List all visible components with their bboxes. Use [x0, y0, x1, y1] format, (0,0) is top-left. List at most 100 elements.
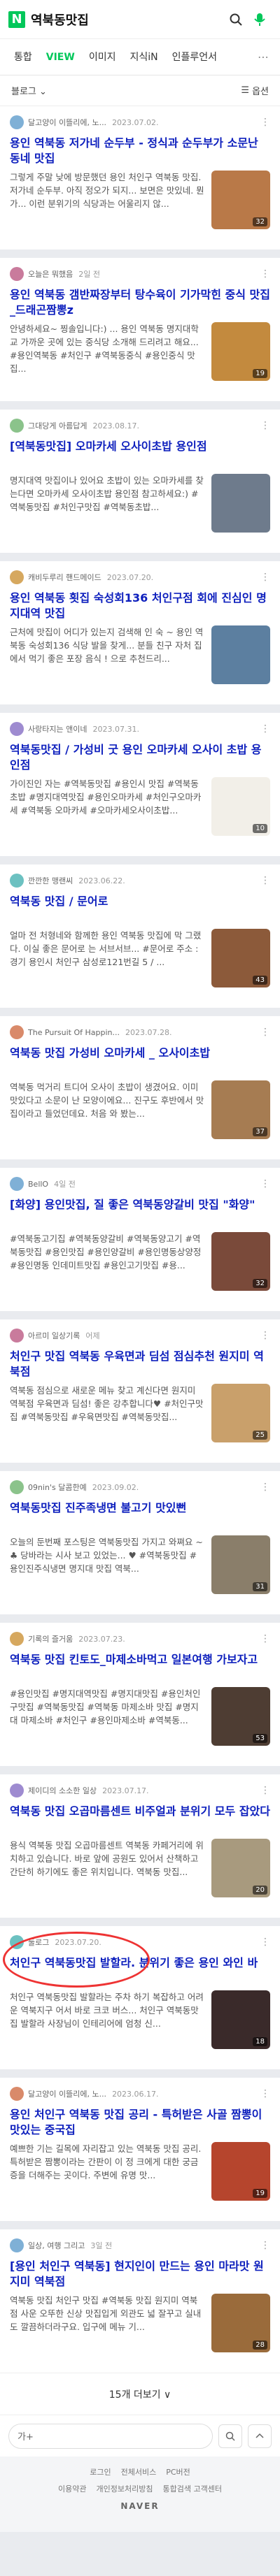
author-avatar[interactable]	[10, 1329, 24, 1343]
option-button[interactable]: ☰ 옵션	[241, 84, 269, 97]
post-snippet[interactable]: 그렇게 주말 낮에 방문했던 용인 처인구 역북동 맛집. 저가네 순두부. 아…	[10, 171, 204, 237]
footer-link[interactable]: 이용약관	[58, 2483, 86, 2494]
post-title[interactable]: 역북동 맛집 / 문어로	[10, 894, 270, 925]
footer-link[interactable]: 통합검색 고객센터	[162, 2483, 221, 2494]
post-more-icon[interactable]: ⋮	[260, 1633, 270, 1644]
author-avatar[interactable]	[10, 1480, 24, 1494]
footer-link[interactable]: 개인정보처리방침	[97, 2483, 153, 2494]
footer-link[interactable]: 전체서비스	[121, 2466, 157, 2477]
tab-image[interactable]: 이미지	[82, 39, 123, 75]
post-title[interactable]: 역북동 맛집 오곱마름센트 비주얼과 분위기 모두 잡았다	[10, 1804, 270, 1835]
post-card[interactable]: 사랑타지는 앤이네 2023.07.31. ⋮ 역북동맛집 / 가성비 굿 용인…	[0, 713, 280, 856]
microphone-icon[interactable]	[248, 8, 272, 31]
post-title[interactable]: 역북동 맛집 킨토도_마제소바먹고 일본여행 가보자고	[10, 1652, 270, 1683]
post-snippet[interactable]: 처인구 역북동맛집 발할라는 주차 하기 복잡하고 어려운 역북지구 어서 바로…	[10, 1990, 204, 2057]
author-avatar[interactable]	[10, 2238, 24, 2252]
post-author[interactable]: 제이디의 소소한 일상	[28, 1785, 97, 1796]
post-more-icon[interactable]: ⋮	[260, 1785, 270, 1796]
post-author[interactable]: 캐비두루리 핸드메이드	[28, 572, 102, 583]
post-card[interactable]: BellO 4일 전 ⋮ [화양] 용인맛집, 질 좋은 역북동양갈비 맛집 "…	[0, 1168, 280, 1311]
naver-logo[interactable]: N	[8, 10, 25, 28]
post-author[interactable]: 09nin's 달콤한예	[28, 1482, 87, 1493]
author-avatar[interactable]	[10, 419, 24, 433]
author-avatar[interactable]	[10, 267, 24, 281]
author-avatar[interactable]	[10, 722, 24, 736]
post-author[interactable]: The Pursuit Of Happin...	[28, 1028, 120, 1037]
post-snippet[interactable]: 오늘의 둔번째 포스팅은 역북동맛집 가지고 와쪄요 ~ ♣ 당바라는 시사 보…	[10, 1535, 204, 1602]
tab-view[interactable]: VIEW	[39, 39, 82, 75]
author-avatar[interactable]	[10, 1025, 24, 1039]
post-snippet[interactable]: 역북동 먹거리 트디어 오사이 초밥이 생겼어요. 이미 맛있다고 소문이 난 …	[10, 1080, 204, 1147]
bottom-search-icon[interactable]	[218, 2424, 242, 2448]
post-title[interactable]: [용인 처인구 역북동] 현지인이 만드는 용인 마라맛 원지미 역북점	[10, 2259, 270, 2289]
post-thumbnail[interactable]	[211, 474, 270, 533]
post-more-icon[interactable]: ⋮	[260, 1482, 270, 1493]
more-results-button[interactable]: 15개 더보기 ∨	[0, 2373, 280, 2415]
post-title[interactable]: 처인구 맛집 역북동 우육면과 딤섬 점심추천 원지미 역북점	[10, 1349, 270, 1380]
post-card[interactable]: 깐깐한 맹랜씨 2023.06.22. ⋮ 역북동 맛집 / 문어로 얼마 전 …	[0, 864, 280, 1008]
top-arrow-icon[interactable]	[248, 2424, 272, 2448]
post-thumbnail[interactable]: 19	[211, 322, 270, 381]
post-author[interactable]: 그대당게 아름답게	[28, 420, 87, 431]
post-author[interactable]: 사랑타지는 앤이네	[28, 723, 87, 735]
post-snippet[interactable]: 안녕하세요~ 찡솔입니다:) ... 용인 역북동 명지대학교 가까운 곳에 있…	[10, 322, 204, 389]
post-more-icon[interactable]: ⋮	[260, 1027, 270, 1038]
post-more-icon[interactable]: ⋮	[260, 875, 270, 886]
post-more-icon[interactable]: ⋮	[260, 2240, 270, 2251]
author-avatar[interactable]	[10, 570, 24, 584]
post-card[interactable]: 기록의 즐거움 2023.07.23. ⋮ 역북동 맛집 킨토도_마제소바먹고 …	[0, 1623, 280, 1766]
post-author[interactable]: BellO	[28, 1180, 48, 1189]
post-author[interactable]: 아르미 일상기록	[28, 1330, 80, 1341]
post-snippet[interactable]: 얼마 전 처형네와 함께한 용인 역북동 맛집에 막 그랬다. 이실 좋은 문어…	[10, 929, 204, 995]
post-title[interactable]: 용인 역북동 갬반짜장부터 탕수육이 기가막힌 중식 맛집_드래곤짬뽕z	[10, 287, 270, 318]
author-avatar[interactable]	[10, 1783, 24, 1797]
post-more-icon[interactable]: ⋮	[260, 1178, 270, 1189]
post-more-icon[interactable]: ⋮	[260, 268, 270, 280]
post-snippet[interactable]: 예쁘한 기는 길목에 자리잡고 있는 역북동 맛집 공리. 특허받은 짬뽕이라는…	[10, 2142, 204, 2208]
post-more-icon[interactable]: ⋮	[260, 572, 270, 583]
post-title[interactable]: [화양] 용인맛집, 질 좋은 역북동양갈비 맛집 "화양"	[10, 1197, 270, 1228]
more-tabs-icon[interactable]: ⋯	[253, 50, 273, 64]
post-thumbnail[interactable]: 25	[211, 1384, 270, 1442]
search-query[interactable]: 역북동맛집	[31, 10, 224, 29]
post-thumbnail[interactable]: 53	[211, 1687, 270, 1746]
post-snippet[interactable]: #용인맛집 #명지대역맛집 #명지대맛집 #용인처인구맛집 #역북동맛집 #역북…	[10, 1687, 204, 1753]
post-thumbnail[interactable]: 28	[211, 2294, 270, 2352]
post-thumbnail[interactable]: 32	[211, 171, 270, 229]
post-author[interactable]: 일상, 여행 그리고	[28, 2240, 85, 2251]
post-thumbnail[interactable]: 19	[211, 2142, 270, 2201]
post-snippet[interactable]: 명지대역 맛집이나 있어요 초밥이 있는 오마카세를 찾는다면 오마카세 오사이…	[10, 474, 204, 540]
post-card[interactable]: 오늘은 뭐했음 2일 전 ⋮ 용인 역북동 갬반짜장부터 탕수육이 기가막힌 중…	[0, 258, 280, 401]
post-card[interactable]: The Pursuit Of Happin... 2023.07.28. ⋮ 역…	[0, 1016, 280, 1159]
post-snippet[interactable]: 가이진인 자는 #역북동맛집 #용인시 맛집 #역북동초밥 #명지대역맛집 #용…	[10, 777, 204, 844]
post-thumbnail[interactable]: 32	[211, 1232, 270, 1291]
post-author[interactable]: 기록의 즐거움	[28, 1633, 73, 1644]
post-title[interactable]: [역북동맛집] 오마카세 오사이초밥 용인점	[10, 439, 270, 470]
footer-link[interactable]: 로그인	[90, 2466, 111, 2477]
author-avatar[interactable]	[10, 115, 24, 129]
post-author[interactable]: 달고양이 이뜰리에, 노...	[28, 2088, 106, 2099]
post-title[interactable]: 용인 역북동 저가네 순두부 - 정식과 순두부가 소문난 동네 맛집	[10, 136, 270, 166]
author-avatar[interactable]	[10, 1177, 24, 1191]
post-more-icon[interactable]: ⋮	[260, 117, 270, 128]
post-card[interactable]: 아르미 일상기록 어제 ⋮ 처인구 맛집 역북동 우육면과 딤섬 점심추천 원지…	[0, 1319, 280, 1463]
post-thumbnail[interactable]: 31	[211, 1535, 270, 1594]
post-card[interactable]: 달고양이 이뜰리에, 노... 2023.07.02. ⋮ 용인 역북동 저가네…	[0, 106, 280, 249]
post-thumbnail[interactable]: 37	[211, 1080, 270, 1139]
post-more-icon[interactable]: ⋮	[260, 420, 270, 431]
filter-blog[interactable]: 블로그 ⌄	[11, 84, 47, 97]
post-title[interactable]: 용인 처인구 역북동 맛집 공리 - 특허받은 사골 짬뽕이 맛있는 중국집	[10, 2107, 270, 2138]
search-icon[interactable]	[224, 8, 248, 31]
post-card[interactable]: 09nin's 달콤한예 2023.09.02. ⋮ 역북동맛집 진주족냉면 불…	[0, 1471, 280, 1614]
post-card[interactable]: 그대당게 아름답게 2023.08.17. ⋮ [역북동맛집] 오마카세 오사이…	[0, 410, 280, 553]
post-snippet[interactable]: 역북동 맛집 처인구 맛집 #역북동 맛집 원지미 역북점 사운 오뚜한 신상 …	[10, 2294, 204, 2360]
post-title[interactable]: 역북동 맛집 가성비 오마카세 _ 오사이초밥	[10, 1045, 270, 1076]
post-author[interactable]: 오늘은 뭐했음	[28, 268, 73, 280]
tab-kin[interactable]: 지식iN	[122, 39, 164, 75]
post-more-icon[interactable]: ⋮	[260, 2088, 270, 2099]
bottom-search-input[interactable]: 가+	[8, 2423, 213, 2449]
post-thumbnail[interactable]	[211, 625, 270, 684]
post-more-icon[interactable]: ⋮	[260, 1330, 270, 1341]
post-card[interactable]: 캐비두루리 핸드메이드 2023.07.20. ⋮ 용인 역북동 횟집 숙성회1…	[0, 561, 280, 704]
post-more-icon[interactable]: ⋮	[260, 723, 270, 735]
